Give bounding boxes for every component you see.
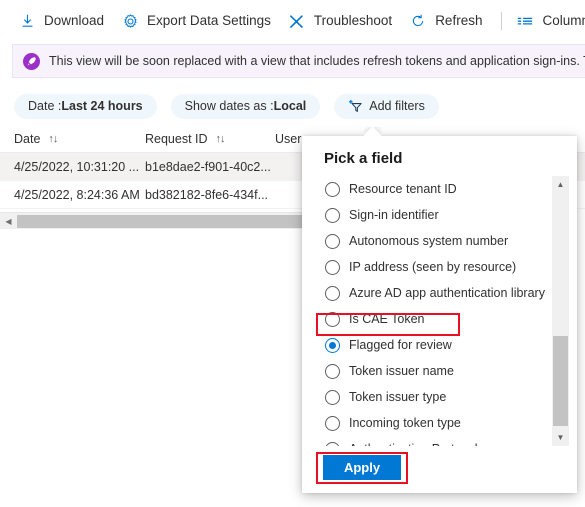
field-option-incoming-token-type[interactable]: Incoming token type <box>316 410 563 436</box>
radio-icon[interactable] <box>325 233 340 249</box>
sort-arrows-icon-request-id[interactable]: ↑↓ <box>216 133 226 145</box>
scroll-up-arrow-icon[interactable]: ▲ <box>552 176 569 193</box>
radio-icon[interactable] <box>325 363 340 379</box>
field-option-ip-address-seen-by-resource[interactable]: IP address (seen by resource) <box>316 254 563 280</box>
field-option-azure-ad-app-authentication-library[interactable]: Azure AD app authentication library <box>316 280 563 306</box>
banner-text: This view will be soon replaced with a v… <box>49 54 585 68</box>
radio-icon[interactable] <box>325 389 340 405</box>
filter-date-value: Last 24 hours <box>61 99 143 113</box>
field-option-label: Azure AD app authentication library <box>349 286 545 300</box>
cell-request-id: b1e8dae2-f901-40c2... <box>145 159 271 174</box>
field-option-label: Flagged for review <box>349 338 452 352</box>
filter-chip-date[interactable]: Date : Last 24 hours <box>14 93 157 119</box>
field-option-authentication-protocol[interactable]: Authentication Protocol <box>316 436 563 446</box>
info-banner: This view will be soon replaced with a v… <box>12 44 585 78</box>
add-filters-label: Add filters <box>369 99 425 113</box>
download-icon <box>16 12 38 30</box>
toolbar-divider-1 <box>501 12 503 30</box>
filter-chip-show-dates-as[interactable]: Show dates as : Local <box>170 93 321 119</box>
field-option-label: Is CAE Token <box>349 312 425 326</box>
radio-icon[interactable] <box>325 181 340 197</box>
wrench-icon <box>286 12 308 30</box>
field-option-label: Incoming token type <box>349 416 461 430</box>
apply-button[interactable]: Apply <box>323 455 401 480</box>
refresh-label: Refresh <box>435 13 483 29</box>
cell-date: 4/25/2022, 8:24:36 AM <box>14 187 140 202</box>
horizontal-scrollbar-thumb[interactable] <box>17 214 306 228</box>
export-data-settings-button[interactable]: Export Data Settings <box>117 6 280 36</box>
add-filter-icon <box>348 99 363 113</box>
refresh-button[interactable]: Refresh <box>405 6 491 36</box>
columns-icon <box>514 12 536 30</box>
field-option-token-issuer-type[interactable]: Token issuer type <box>316 384 563 410</box>
field-option-label: Authentication Protocol <box>349 442 478 446</box>
callout-title: Pick a field <box>324 150 403 167</box>
troubleshoot-label: Troubleshoot <box>313 13 393 29</box>
field-option-flagged-for-review[interactable]: Flagged for review <box>316 332 563 358</box>
cell-request-id: bd382182-8fe6-434f... <box>145 187 269 202</box>
field-option-label: IP address (seen by resource) <box>349 260 517 274</box>
field-option-label: Autonomous system number <box>349 234 509 248</box>
download-label: Download <box>44 13 105 29</box>
field-option-token-issuer-name[interactable]: Token issuer name <box>316 358 563 384</box>
radio-icon[interactable] <box>325 207 340 223</box>
filter-date-prefix: Date : <box>28 99 62 113</box>
field-option-is-cae-token[interactable]: Is CAE Token <box>316 306 563 332</box>
column-header-date[interactable]: Date ↑↓ <box>14 132 145 146</box>
field-option-resource-tenant-id[interactable]: Resource tenant ID <box>316 176 563 202</box>
gear-icon <box>119 12 141 30</box>
apply-button-container: Apply <box>323 455 401 480</box>
field-option-label: Sign-in identifier <box>349 208 439 222</box>
add-filters-button[interactable]: Add filters <box>334 93 439 119</box>
export-data-settings-label: Export Data Settings <box>147 13 271 29</box>
sort-arrows-icon-date[interactable]: ↑↓ <box>48 133 58 145</box>
field-option-label: Resource tenant ID <box>349 182 457 196</box>
radio-icon[interactable] <box>325 441 340 446</box>
radio-icon[interactable] <box>325 285 340 301</box>
troubleshoot-button[interactable]: Troubleshoot <box>284 6 401 36</box>
radio-icon[interactable] <box>325 259 340 275</box>
field-option-autonomous-system-number[interactable]: Autonomous system number <box>316 228 563 254</box>
column-header-user-label: User <box>275 132 302 146</box>
field-list-scrollbar[interactable]: ▲ ▼ <box>552 176 569 446</box>
refresh-icon <box>407 12 429 30</box>
radio-icon[interactable] <box>325 415 340 431</box>
columns-button[interactable]: Columns <box>512 6 585 36</box>
column-header-request-id[interactable]: Request ID ↑↓ <box>145 132 275 146</box>
cell-date: 4/25/2022, 10:31:20 ... <box>14 159 140 174</box>
column-header-request-id-label: Request ID <box>145 132 208 146</box>
column-header-date-label: Date <box>14 132 41 146</box>
filter-show-dates-value: Local <box>273 99 307 113</box>
sign-in-logs-page: Download Export Data Settings Troublesho… <box>0 0 585 507</box>
vertical-scrollbar-thumb[interactable] <box>553 336 568 426</box>
field-option-sign-in-identifier[interactable]: Sign-in identifier <box>316 202 563 228</box>
download-button[interactable]: Download <box>14 6 113 36</box>
table-horizontal-scrollbar[interactable]: ◀ <box>0 212 306 229</box>
filter-show-dates-prefix: Show dates as : <box>184 99 274 113</box>
scroll-down-arrow-icon[interactable]: ▼ <box>552 429 569 446</box>
field-option-label: Token issuer type <box>349 390 447 404</box>
columns-label: Columns <box>542 13 585 29</box>
command-bar: Download Export Data Settings Troublesho… <box>0 0 585 42</box>
radio-icon[interactable] <box>325 311 340 327</box>
pick-a-field-callout: Pick a field Resource tenant ID Sign-in … <box>302 136 577 493</box>
field-option-list[interactable]: Resource tenant ID Sign-in identifier Au… <box>316 176 563 446</box>
rocket-icon <box>23 52 40 70</box>
scroll-left-arrow-icon[interactable]: ◀ <box>0 213 17 230</box>
filter-bar: Date : Last 24 hours Show dates as : Loc… <box>0 88 585 124</box>
callout-beak <box>364 127 382 136</box>
field-option-label: Token issuer name <box>349 364 454 378</box>
radio-icon-selected[interactable] <box>325 337 340 353</box>
